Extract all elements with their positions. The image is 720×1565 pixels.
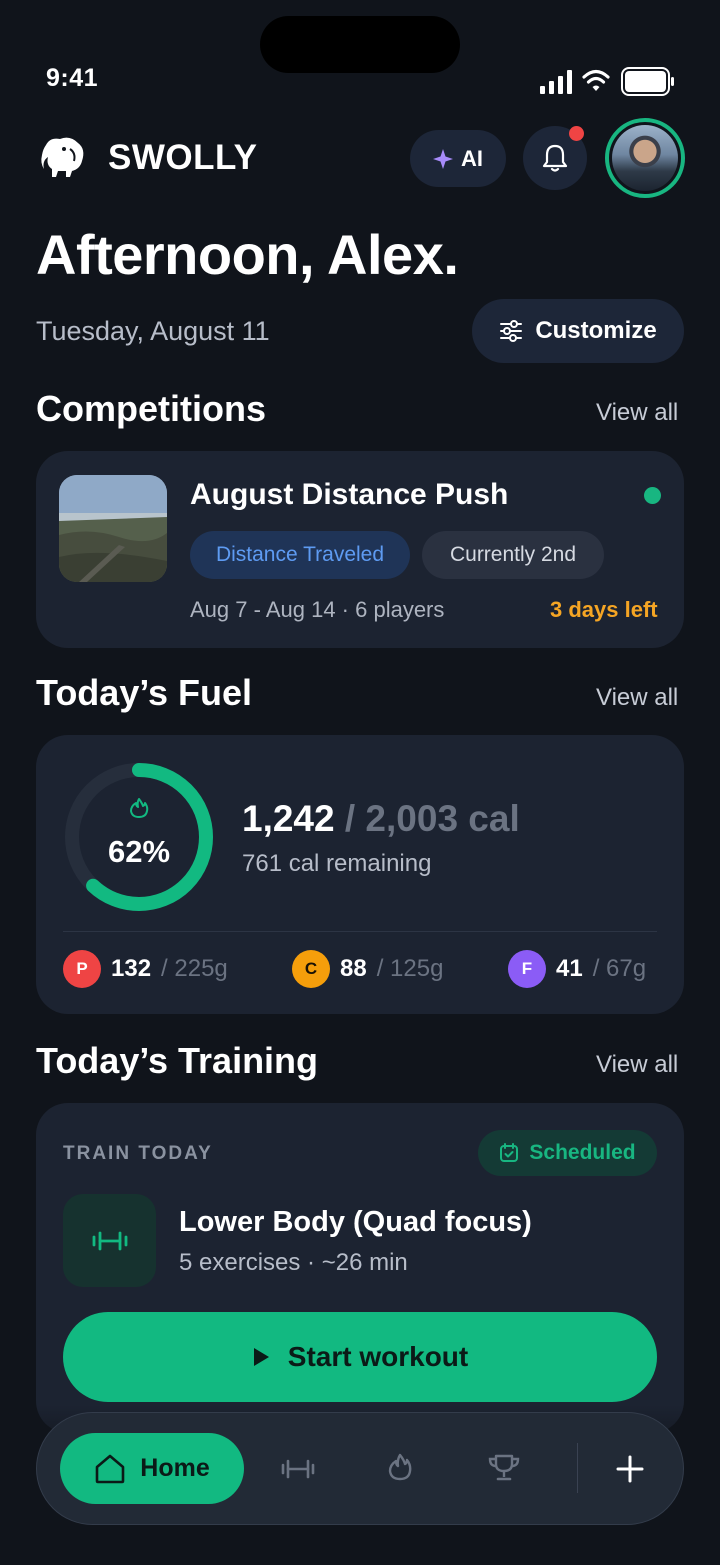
customize-button[interactable]: Customize [472, 299, 684, 363]
fat-goal: / 67g [592, 955, 647, 982]
calories-remaining: 761 cal remaining [242, 850, 432, 877]
training-title: Today’s Training [36, 1040, 319, 1081]
ai-button[interactable]: AI [410, 130, 506, 187]
ai-label: AI [461, 145, 483, 171]
calorie-percent: 62% [107, 834, 171, 869]
landscape-photo [59, 475, 167, 582]
fat-value: 41 [556, 955, 583, 982]
competitions-view-all[interactable]: View all [596, 399, 678, 427]
protein-badge: P [63, 950, 101, 988]
carbs-badge: C [292, 950, 330, 988]
sliders-icon [500, 320, 523, 342]
start-workout-label: Start workout [287, 1341, 469, 1372]
nav-home-label: Home [140, 1454, 210, 1482]
carbs-goal: / 125g [376, 955, 444, 982]
nav-home-tab[interactable]: Home [60, 1433, 244, 1504]
nav-fuel-tab[interactable] [380, 1447, 420, 1487]
battery-icon [621, 67, 674, 96]
metric-tag: Distance Traveled [190, 531, 410, 579]
avatar[interactable] [605, 118, 685, 198]
scheduled-label: Scheduled [529, 1141, 636, 1164]
calories-consumed: 1,242 [242, 798, 335, 839]
customize-label: Customize [535, 317, 657, 344]
calorie-summary: 1,242 / 2,003 cal [242, 798, 520, 840]
flame-icon [388, 1453, 412, 1481]
brand-name: SWOLLY [108, 138, 258, 177]
training-view-all[interactable]: View all [596, 1051, 678, 1079]
greeting-date: Tuesday, August 11 [36, 316, 270, 346]
greeting-title: Afternoon, Alex. [36, 223, 459, 286]
nav-add-button[interactable] [610, 1449, 650, 1489]
protein-value: 132 [111, 955, 152, 982]
trophy-icon [488, 1454, 520, 1481]
carbs-value: 88 [340, 955, 367, 982]
status-time: 9:41 [46, 64, 99, 92]
dumbbell-icon [281, 1459, 315, 1479]
signal-icon [540, 70, 572, 94]
calories-goal: / 2,003 cal [344, 798, 520, 839]
fuel-view-all[interactable]: View all [596, 684, 678, 712]
competition-image [59, 475, 167, 582]
avatar-photo [612, 125, 678, 191]
home-icon [95, 1454, 125, 1483]
nav-separator [577, 1443, 578, 1493]
nav-training-tab[interactable] [278, 1449, 318, 1489]
macro-protein: P 132 / 225g [63, 950, 228, 988]
competition-title: August Distance Push [190, 478, 509, 511]
fuel-title: Today’s Fuel [36, 672, 253, 713]
fuel-divider [63, 931, 657, 932]
live-status-dot [644, 487, 661, 504]
flame-icon [130, 798, 149, 818]
protein-goal: / 225g [161, 955, 228, 982]
competition-meta: Aug 7 - Aug 14 · 6 players [190, 597, 445, 622]
wifi-icon [582, 69, 610, 91]
competitions-title: Competitions [36, 388, 266, 429]
workout-meta: 5 exercises · ~26 min [179, 1249, 408, 1276]
plus-icon [616, 1455, 644, 1483]
scheduled-badge: Scheduled [478, 1130, 657, 1176]
start-workout-button[interactable]: Start workout [63, 1312, 657, 1402]
calendar-check-icon [500, 1143, 519, 1162]
macro-fat: F 41 / 67g [508, 950, 646, 988]
mammoth-logo-icon [41, 137, 84, 177]
sparkle-icon [433, 148, 453, 169]
bell-icon [542, 144, 568, 172]
macro-carbs: C 88 / 125g [292, 950, 443, 988]
workout-title: Lower Body (Quad focus) [179, 1206, 532, 1238]
nav-competitions-tab[interactable] [484, 1448, 524, 1488]
fat-badge: F [508, 950, 546, 988]
play-icon [253, 1348, 269, 1366]
dynamic-island [260, 16, 460, 73]
train-today-label: TRAIN TODAY [63, 1143, 213, 1164]
rank-tag: Currently 2nd [422, 531, 604, 579]
workout-icon-tile [63, 1194, 156, 1287]
dumbbell-icon [92, 1231, 127, 1250]
notification-badge [569, 126, 584, 141]
days-left: 3 days left [550, 597, 658, 622]
